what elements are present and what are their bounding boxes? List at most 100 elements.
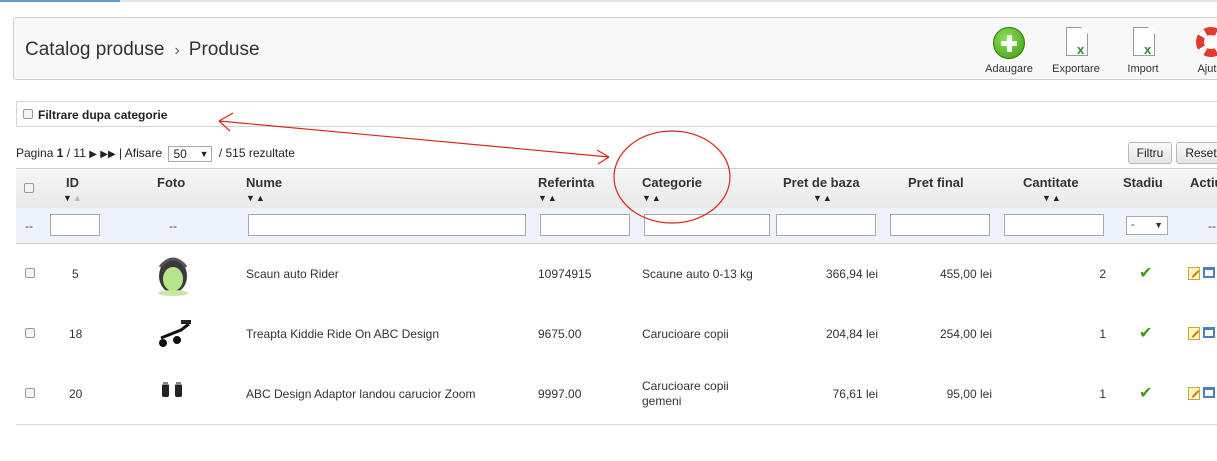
pagination-prefix: Pagina xyxy=(16,146,54,161)
row-checkbox[interactable] xyxy=(25,268,35,278)
row-checkbox[interactable] xyxy=(25,328,35,338)
view-window-icon[interactable] xyxy=(1203,267,1215,278)
category-filter-checkbox[interactable] xyxy=(23,109,33,119)
excel-import-icon: x xyxy=(1126,26,1160,60)
select-all-checkbox[interactable] xyxy=(24,183,34,193)
name-filter-input[interactable] xyxy=(248,214,526,236)
col-header-name: Nume xyxy=(246,175,283,190)
edit-icon[interactable] xyxy=(1188,387,1200,400)
row-category-line2: gemeni xyxy=(642,394,682,408)
filter-button[interactable]: Filtru xyxy=(1128,142,1172,164)
table-row[interactable]: 20 ABC Design Adaptor landou carucior Zo… xyxy=(16,364,1217,425)
row-category: Carucioare copii xyxy=(642,379,729,393)
table-row[interactable]: 18 Treapta Kiddie Ride On ABC Design 967… xyxy=(16,304,1217,365)
breadcrumb: Catalog produse › Produse xyxy=(25,39,260,61)
final-price-filter-input[interactable] xyxy=(890,214,990,236)
col-header-reference: Referinta xyxy=(538,175,595,190)
col-header-actions: Actiu xyxy=(1190,175,1217,190)
help-button-label: Ajuto xyxy=(1197,63,1217,75)
quantity-filter-input[interactable] xyxy=(1004,214,1104,236)
row-base-price: 204,84 lei xyxy=(825,327,878,341)
chevron-down-icon: ▼ xyxy=(1154,220,1163,230)
category-filter-label[interactable]: Filtrare dupa categorie xyxy=(38,108,167,122)
next-page-icon[interactable]: ▶ xyxy=(89,149,97,160)
row-quantity: 1 xyxy=(1099,387,1106,401)
row-quantity: 2 xyxy=(1099,267,1106,281)
row-base-price: 76,61 lei xyxy=(832,387,878,401)
last-page-icon[interactable]: ▶▶ xyxy=(100,149,115,160)
ride-on-board-thumbnail xyxy=(151,310,197,356)
col-header-base-price: Pret de baza xyxy=(783,175,860,190)
row-base-price: 366,94 lei xyxy=(825,267,878,281)
sort-arrows-id[interactable]: ▼▲ xyxy=(63,193,83,203)
row-id: 18 xyxy=(69,327,83,341)
sort-arrows-category[interactable]: ▼▲ xyxy=(642,193,662,203)
row-name[interactable]: ABC Design Adaptor landou carucior Zoom xyxy=(246,387,475,401)
status-filter-select[interactable]: - ▼ xyxy=(1126,216,1168,235)
table-row[interactable]: 5 Scaun auto Rider 10974915 Scaune auto … xyxy=(16,244,1217,305)
pagination-total: / 11 xyxy=(66,146,86,161)
sort-arrows-base-price[interactable]: ▼▲ xyxy=(813,193,833,203)
import-button-label: Import xyxy=(1127,63,1159,75)
sort-arrows-name[interactable]: ▼▲ xyxy=(246,193,266,203)
photo-filter-placeholder: -- xyxy=(169,219,177,233)
sort-arrows-reference[interactable]: ▼▲ xyxy=(538,193,558,203)
sort-arrows-quantity[interactable]: ▼▲ xyxy=(1042,193,1062,203)
row-id: 5 xyxy=(72,267,79,281)
row-name[interactable]: Scaun auto Rider xyxy=(246,267,339,281)
adapter-thumbnail xyxy=(162,382,182,397)
export-button[interactable]: x Exportare xyxy=(1046,26,1106,75)
row-final-price: 95,00 lei xyxy=(946,387,992,401)
row-checkbox[interactable] xyxy=(25,388,35,398)
export-button-label: Exportare xyxy=(1052,63,1100,75)
col-header-category: Categorie xyxy=(642,175,702,190)
top-tab-strip xyxy=(0,0,1217,2)
row-final-price: 455,00 lei xyxy=(939,267,992,281)
results-count: / 515 rezultate xyxy=(218,146,295,161)
row-quantity: 1 xyxy=(1099,327,1106,341)
breadcrumb-current: Produse xyxy=(188,39,260,60)
pagination-current: 1 xyxy=(56,146,64,161)
view-window-icon[interactable] xyxy=(1203,387,1215,398)
reference-filter-input[interactable] xyxy=(540,214,630,236)
breadcrumb-separator: › xyxy=(174,42,180,59)
row-name[interactable]: Treapta Kiddie Ride On ABC Design xyxy=(246,327,439,341)
status-filter-value: - xyxy=(1131,219,1135,231)
per-page-value: 50 xyxy=(173,147,187,161)
col-header-quantity: Cantitate xyxy=(1023,175,1079,190)
pagination: Pagina 1 / 11 ▶ ▶▶ | Afisare 50 ▼ / 515 r… xyxy=(16,146,295,162)
checkbox-filter-placeholder: -- xyxy=(25,219,33,233)
add-button[interactable]: Adaugare xyxy=(979,26,1039,75)
category-filter-input[interactable] xyxy=(644,214,770,236)
per-page-select[interactable]: 50 ▼ xyxy=(168,146,213,162)
edit-icon[interactable] xyxy=(1188,267,1200,280)
row-reference: 9675.00 xyxy=(538,327,582,341)
page-header: Catalog produse › Produse Adaugare x Expor… xyxy=(13,17,1217,80)
col-header-photo: Foto xyxy=(157,175,186,190)
car-seat-thumbnail xyxy=(158,257,188,296)
actions-filter-placeholder: -- xyxy=(1208,219,1216,233)
row-final-price: 254,00 lei xyxy=(939,327,992,341)
table-filter-row: -- -- - ▼ -- xyxy=(16,208,1217,244)
excel-export-icon: x xyxy=(1059,26,1093,60)
col-header-final-price: Pret final xyxy=(908,175,964,190)
base-price-filter-input[interactable] xyxy=(776,214,876,236)
reset-button[interactable]: Reset xyxy=(1176,142,1217,164)
breadcrumb-parent[interactable]: Catalog produse xyxy=(25,39,164,60)
check-icon[interactable]: ✔ xyxy=(1139,383,1152,403)
row-id: 20 xyxy=(69,387,83,401)
import-button[interactable]: x Import xyxy=(1113,26,1173,75)
check-icon[interactable]: ✔ xyxy=(1139,323,1152,343)
table-header-row: ID ▼▲ Foto Nume ▼▲ Referinta ▼▲ Categori… xyxy=(16,168,1217,209)
chevron-down-icon: ▼ xyxy=(199,149,209,159)
category-filter-bar: Filtrare dupa categorie xyxy=(16,101,1217,127)
id-filter-input[interactable] xyxy=(50,214,100,236)
row-reference: 10974915 xyxy=(538,267,592,281)
row-category: Carucioare copii xyxy=(642,327,729,341)
help-button[interactable]: Ajuto xyxy=(1180,26,1217,75)
edit-icon[interactable] xyxy=(1188,327,1200,340)
row-category: Scaune auto 0-13 kg xyxy=(642,267,753,281)
view-window-icon[interactable] xyxy=(1203,327,1215,338)
active-tab-indicator xyxy=(0,0,120,2)
check-icon[interactable]: ✔ xyxy=(1139,263,1152,283)
